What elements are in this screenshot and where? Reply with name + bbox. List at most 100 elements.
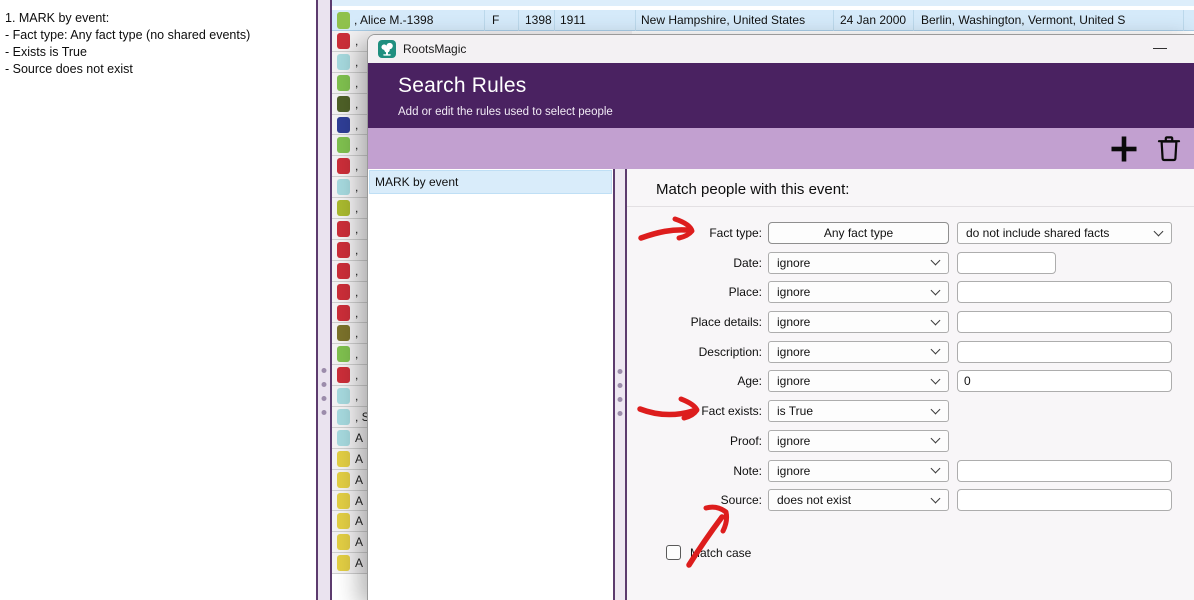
match-case-label: Match case: [690, 545, 752, 560]
delete-rule-button[interactable]: [1157, 135, 1181, 162]
chevron-down-icon: [930, 404, 941, 415]
note-line: - Fact type: Any fact type (no shared ev…: [5, 28, 251, 42]
dropdown[interactable]: ignore: [768, 311, 949, 334]
color-swatch: [337, 513, 350, 530]
color-swatch: [337, 492, 350, 509]
field-label: Fact type:: [709, 226, 762, 240]
cell-name: , Alice M.-1398: [354, 13, 434, 27]
dropdown-value: ignore: [777, 344, 811, 359]
color-swatch: [337, 137, 350, 154]
app-title: RootsMagic: [403, 42, 467, 56]
form-row: Age: ignore: [627, 370, 1194, 393]
row-text: A: [355, 514, 364, 529]
table-row-partial[interactable]: [332, 0, 1194, 8]
dropdown[interactable]: does not exist: [768, 489, 949, 512]
dialog-title: Search Rules: [398, 74, 527, 97]
dropdown[interactable]: ignore: [768, 429, 949, 452]
color-swatch: [337, 53, 350, 70]
chevron-down-icon: [930, 255, 941, 266]
form-row: Fact type: Any fact type do not include sh…: [627, 222, 1194, 244]
chevron-down-icon: [930, 315, 941, 326]
dropdown[interactable]: ignore: [768, 340, 949, 363]
dropdown-value: ignore: [777, 374, 811, 389]
dropdown-value: do not include shared facts: [966, 226, 1110, 240]
text-input[interactable]: [957, 459, 1172, 482]
row-text: ,: [355, 347, 359, 362]
text-input[interactable]: [957, 340, 1172, 363]
add-rule-button[interactable]: [1109, 134, 1139, 164]
row-text: ,: [355, 263, 359, 278]
match-case-checkbox[interactable]: [666, 545, 681, 560]
splitter-grip[interactable]: [321, 368, 327, 415]
field-label: Fact exists:: [701, 404, 762, 419]
dropdown[interactable]: do not include shared facts: [957, 222, 1172, 244]
row-text: A: [355, 430, 364, 445]
minimize-button[interactable]: —: [1143, 35, 1177, 63]
color-swatch: [337, 200, 350, 217]
row-text: ,: [355, 159, 359, 174]
dropdown[interactable]: ignore: [768, 251, 949, 274]
row-text: ,: [355, 326, 359, 341]
dropdown[interactable]: ignore: [768, 370, 949, 393]
form-row: Note: ignore: [627, 459, 1194, 482]
field-label: Source:: [720, 493, 762, 508]
dialog-splitter[interactable]: [615, 169, 627, 600]
chevron-down-icon: [1153, 226, 1164, 236]
color-swatch: [337, 429, 350, 446]
splitter-grip[interactable]: [617, 369, 623, 416]
dialog-title-bar[interactable]: RootsMagic —: [368, 35, 1194, 63]
color-swatch: [337, 555, 350, 572]
chevron-down-icon: [930, 374, 941, 385]
cell-death-place: Berlin, Washington, Vermont, United S: [921, 13, 1126, 27]
dialog-content: MARK by event Match people with this eve…: [368, 169, 1194, 600]
dropdown[interactable]: is True: [768, 400, 949, 423]
row-text: ,: [355, 96, 359, 111]
row-text: ,: [355, 117, 359, 132]
row-text: A: [355, 556, 364, 571]
dropdown-value: ignore: [777, 433, 811, 448]
color-swatch: [337, 12, 350, 29]
row-text: ,: [355, 75, 359, 90]
dropdown-value: ignore: [777, 255, 811, 270]
text-input[interactable]: [957, 251, 1056, 274]
color-swatch: [337, 95, 350, 112]
color-swatch: [337, 450, 350, 467]
dialog-header: Search Rules Add or edit the rules used …: [368, 63, 1194, 128]
text-input[interactable]: [957, 281, 1172, 304]
table-row-selected[interactable]: , Alice M.-1398 F 1398 1911 New Hampshir…: [332, 10, 1194, 31]
form-row: Description: ignore: [627, 340, 1194, 363]
cell-sex: F: [492, 13, 500, 27]
cell-birth-place: New Hampshire, United States: [641, 13, 806, 27]
dropdown[interactable]: ignore: [768, 459, 949, 482]
field-label: Place details:: [690, 315, 762, 330]
match-case-row: Match case: [666, 545, 751, 560]
row-text: ,: [355, 368, 359, 383]
form-row: Date: ignore: [627, 251, 1194, 274]
color-swatch: [337, 367, 350, 384]
field-label: Note:: [733, 463, 762, 478]
fact-type-button[interactable]: Any fact type: [768, 222, 949, 244]
row-text: ,: [355, 201, 359, 216]
row-text: A: [355, 535, 364, 550]
chevron-down-icon: [930, 493, 941, 504]
search-rules-dialog: RootsMagic — Search Rules Add or edit th…: [367, 34, 1194, 600]
text-input[interactable]: [957, 489, 1172, 512]
note-line: - Exists is True: [5, 45, 87, 59]
rules-toolbar: [368, 128, 1194, 169]
row-text: ,: [355, 222, 359, 237]
color-swatch: [337, 262, 350, 279]
text-input[interactable]: [957, 311, 1172, 334]
dropdown[interactable]: ignore: [768, 281, 949, 304]
note-line: 1. MARK by event:: [5, 11, 110, 25]
color-swatch: [337, 325, 350, 342]
text-input[interactable]: [957, 370, 1172, 393]
dropdown-value: ignore: [777, 285, 811, 300]
chevron-down-icon: [930, 463, 941, 474]
form-row: Proof: ignore: [627, 429, 1194, 452]
color-swatch: [337, 534, 350, 551]
field-label: Age:: [737, 374, 762, 389]
rule-list-item[interactable]: MARK by event: [369, 170, 612, 194]
form-row: Place: ignore: [627, 281, 1194, 304]
row-text: A: [355, 451, 364, 466]
window-splitter[interactable]: [316, 0, 332, 600]
